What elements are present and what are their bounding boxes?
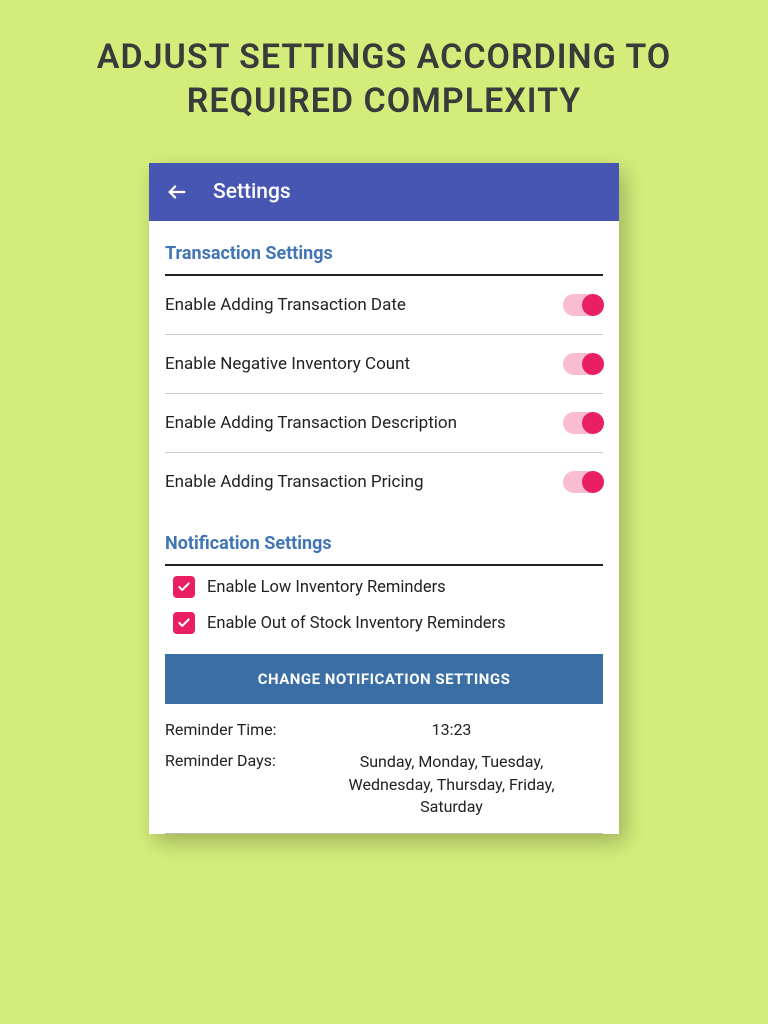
checkbox-label: Enable Out of Stock Inventory Reminders <box>207 614 506 633</box>
app-bar: Settings <box>149 163 619 221</box>
setting-label: Enable Adding Transaction Description <box>165 413 457 433</box>
reminder-time-value: 13:23 <box>320 720 603 739</box>
toggle-transaction-pricing[interactable] <box>563 471 603 493</box>
reminder-days-label: Reminder Days: <box>165 751 320 818</box>
checkbox-row-low-inventory: Enable Low Inventory Reminders <box>165 566 603 602</box>
toggle-negative-inventory[interactable] <box>563 353 603 375</box>
setting-transaction-pricing: Enable Adding Transaction Pricing <box>165 453 603 511</box>
checkbox-label: Enable Low Inventory Reminders <box>207 578 446 597</box>
setting-label: Enable Adding Transaction Pricing <box>165 472 424 492</box>
checkbox-low-inventory[interactable] <box>173 576 195 598</box>
setting-negative-inventory: Enable Negative Inventory Count <box>165 335 603 394</box>
reminder-days-row: Reminder Days: Sunday, Monday, Tuesday, … <box>165 745 603 824</box>
notification-settings-header: Notification Settings <box>165 511 603 566</box>
back-arrow-icon[interactable] <box>165 180 189 204</box>
divider <box>165 833 603 834</box>
settings-content: Transaction Settings Enable Adding Trans… <box>149 221 619 833</box>
promo-headline: ADJUST SETTINGS ACCORDING TO REQUIRED CO… <box>0 0 768 143</box>
toggle-transaction-description[interactable] <box>563 412 603 434</box>
setting-transaction-date: Enable Adding Transaction Date <box>165 276 603 335</box>
reminder-days-value: Sunday, Monday, Tuesday, Wednesday, Thur… <box>320 751 603 818</box>
setting-label: Enable Adding Transaction Date <box>165 295 406 315</box>
reminder-time-row: Reminder Time: 13:23 <box>165 714 603 745</box>
checkbox-row-out-of-stock: Enable Out of Stock Inventory Reminders <box>165 602 603 638</box>
app-bar-title: Settings <box>213 180 291 204</box>
setting-label: Enable Negative Inventory Count <box>165 354 410 374</box>
transaction-settings-header: Transaction Settings <box>165 221 603 276</box>
phone-frame: Settings Transaction Settings Enable Add… <box>149 163 619 833</box>
toggle-transaction-date[interactable] <box>563 294 603 316</box>
change-notification-settings-button[interactable]: CHANGE NOTIFICATION SETTINGS <box>165 654 603 704</box>
reminder-time-label: Reminder Time: <box>165 720 320 739</box>
checkbox-out-of-stock[interactable] <box>173 612 195 634</box>
setting-transaction-description: Enable Adding Transaction Description <box>165 394 603 453</box>
